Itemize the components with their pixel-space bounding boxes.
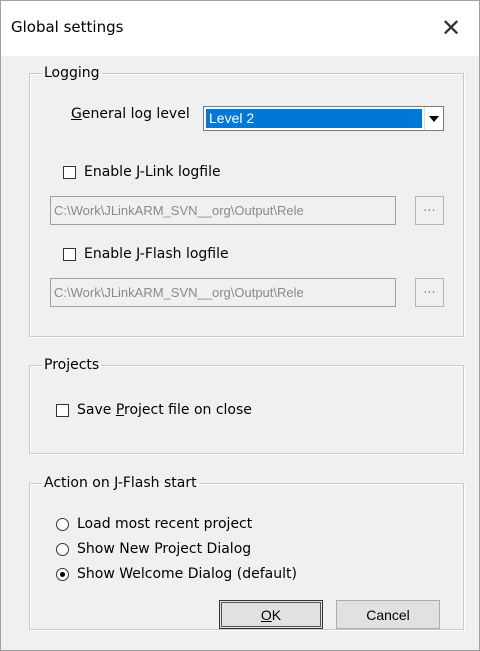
save-project-label: Save Project file on close <box>77 402 252 418</box>
jflash-logfile-label: Enable J-Flash logfile <box>84 246 229 262</box>
global-settings-dialog: Global settings ✕ Logging General log le… <box>0 0 480 651</box>
jflash-browse-button[interactable]: ... <box>415 278 444 307</box>
jflash-logfile-checkbox[interactable] <box>63 247 76 261</box>
jlink-browse-button[interactable]: ... <box>415 196 444 225</box>
jflash-logfile-checkbox-row[interactable]: Enable J-Flash logfile <box>63 246 229 262</box>
radio-welcome[interactable] <box>56 567 69 581</box>
jlink-logfile-checkbox-row[interactable]: Enable J-Link logfile <box>63 164 221 180</box>
radio-welcome-label: Show Welcome Dialog (default) <box>77 566 297 582</box>
cancel-button[interactable]: Cancel <box>336 600 440 629</box>
ok-button[interactable]: OK <box>219 600 323 629</box>
jlink-logfile-checkbox[interactable] <box>63 165 76 179</box>
projects-legend: Projects <box>44 357 100 373</box>
log-level-select[interactable]: Level 2 <box>203 106 444 131</box>
radio-new-project-label: Show New Project Dialog <box>77 541 252 557</box>
startup-action-legend: Action on J-Flash start <box>44 475 197 491</box>
radio-load-recent-row[interactable]: Load most recent project <box>56 516 252 532</box>
close-icon[interactable]: ✕ <box>431 9 471 47</box>
jlink-logfile-path-field[interactable]: C:\Work\JLinkARM_SVN__org\Output\Rele <box>50 196 396 225</box>
jlink-logfile-label: Enable J-Link logfile <box>84 164 221 180</box>
logging-legend: Logging <box>44 65 100 81</box>
dialog-body: Logging General log level Level 2 Enable… <box>1 56 479 650</box>
save-project-checkbox[interactable] <box>56 403 69 417</box>
radio-load-recent-label: Load most recent project <box>77 516 253 532</box>
save-project-checkbox-row[interactable]: Save Project file on close <box>56 402 252 418</box>
radio-welcome-row[interactable]: Show Welcome Dialog (default) <box>56 566 297 582</box>
radio-load-recent[interactable] <box>56 517 69 531</box>
log-level-label: General log level <box>71 106 190 122</box>
log-level-value: Level 2 <box>206 109 422 128</box>
chevron-down-icon[interactable] <box>424 107 443 130</box>
radio-new-project[interactable] <box>56 542 69 556</box>
radio-new-project-row[interactable]: Show New Project Dialog <box>56 541 251 557</box>
dialog-title: Global settings <box>11 18 124 36</box>
title-bar: Global settings ✕ <box>1 1 479 56</box>
jflash-logfile-path-field[interactable]: C:\Work\JLinkARM_SVN__org\Output\Rele <box>50 278 396 307</box>
